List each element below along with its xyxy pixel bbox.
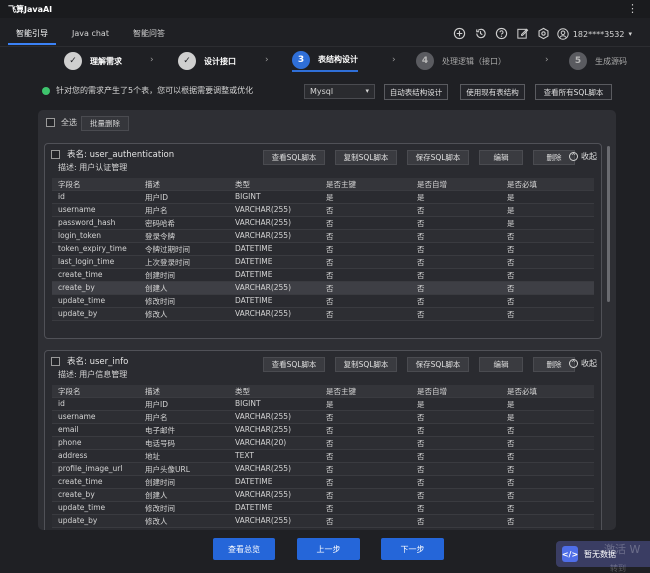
select-all-checkbox[interactable]: 全选 — [46, 117, 77, 128]
chevron-right-icon: › — [392, 55, 396, 65]
help-icon[interactable] — [495, 27, 508, 40]
tab-smart-qa[interactable]: 智能问答 — [125, 23, 173, 45]
step-number: 5 — [569, 52, 587, 70]
toolbar-icons — [453, 27, 550, 40]
table-row[interactable]: address 地址 TEXT 否否否 — [52, 450, 594, 463]
table-row[interactable]: token_expiry_time 令牌过期时间 DATETIME 否否否 — [52, 243, 594, 256]
check-icon: ✓ — [64, 52, 82, 70]
table-header-row: 字段名 描述 类型 是否主键 是否自增 是否必填 — [52, 178, 594, 191]
settings-icon[interactable] — [537, 27, 550, 40]
activation-watermark: 激活 W — [604, 543, 641, 556]
top-nav: 智能引导 Java chat 智能问答 — [0, 22, 650, 46]
edit-icon[interactable] — [516, 27, 529, 40]
table-row[interactable]: username 用户名 VARCHAR(255) 否否是 — [52, 411, 594, 424]
chevron-right-icon: › — [545, 55, 549, 65]
edit-button[interactable]: 编辑 — [479, 150, 523, 165]
table-description: 描述: 用户信息管理 — [58, 370, 128, 379]
view-sql-button[interactable]: 查看SQL脚本 — [263, 150, 325, 165]
table-row[interactable]: create_by 创建人 VARCHAR(255) 否否否 — [52, 489, 594, 502]
edit-button[interactable]: 编辑 — [479, 357, 523, 372]
step-number: 4 — [416, 52, 434, 70]
table-row[interactable]: last_login_time 上次登录时间 DATETIME 否否否 — [52, 256, 594, 269]
table-row[interactable]: update_by 修改人 VARCHAR(255) 否否否 — [52, 515, 594, 528]
table-row[interactable]: username 用户名 VARCHAR(255) 否否是 — [52, 204, 594, 217]
save-sql-button[interactable]: 保存SQL脚本 — [407, 150, 469, 165]
chevron-up-icon: ^ — [569, 152, 578, 161]
status-dot-icon — [42, 86, 50, 95]
fields-table: 字段名 描述 类型 是否主键 是否自增 是否必填 id 用户ID BIGINT 是是是 user… — [52, 178, 594, 321]
auto-design-button[interactable]: 自动表结构设计 — [384, 84, 448, 100]
activation-watermark-sub: 转到 — [610, 564, 626, 573]
table-row[interactable]: id 用户ID BIGINT 是是是 — [52, 191, 594, 204]
table-row[interactable]: update_time 修改时间 DATETIME 否否否 — [52, 295, 594, 308]
step-understand-requirements[interactable]: ✓ 理解需求 — [64, 50, 122, 72]
info-text: 针对您的需求产生了5个表，您可以根据需要调整或优化 — [56, 86, 254, 95]
app-title: 飞算JavaAI — [8, 4, 53, 14]
step-table-design[interactable]: 3 表结构设计 — [292, 50, 358, 72]
table-row[interactable]: email 电子邮件 VARCHAR(255) 否否否 — [52, 424, 594, 437]
database-select[interactable]: Mysql ▾ — [304, 84, 375, 99]
table-name: 表名: user_authentication — [67, 150, 175, 160]
checkbox-icon[interactable] — [46, 118, 55, 127]
user-menu[interactable]: 182****3532 ▾ — [557, 28, 632, 40]
table-row[interactable]: update_time 修改时间 DATETIME 否否否 — [52, 502, 594, 515]
user-icon — [557, 28, 569, 40]
table-checkbox[interactable] — [51, 149, 60, 159]
fields-table: 字段名 描述 类型 是否主键 是否自增 是否必填 id 用户ID BIGINT 是是是 user… — [52, 385, 594, 528]
batch-delete-button[interactable]: 批量删除 — [81, 116, 129, 131]
tab-java-chat[interactable]: Java chat — [64, 23, 117, 45]
chevron-down-icon: ▾ — [628, 30, 632, 38]
step-processing-logic[interactable]: 4 处理逻辑（接口） — [416, 50, 506, 72]
table-row[interactable]: id 用户ID BIGINT 是是是 — [52, 398, 594, 411]
steps-bar: ✓ 理解需求 › ✓ 设计接口 › 3 表结构设计 › 4 处理逻辑（接口） ›… — [0, 46, 650, 74]
table-row[interactable]: profile_image_url 用户头像URL VARCHAR(255) 否否否 — [52, 463, 594, 476]
check-icon: ✓ — [178, 52, 196, 70]
table-header-row: 字段名 描述 类型 是否主键 是否自增 是否必填 — [52, 385, 594, 398]
table-row[interactable]: phone 电话号码 VARCHAR(20) 否否否 — [52, 437, 594, 450]
table-checkbox[interactable] — [51, 356, 60, 366]
view-all-sql-button[interactable]: 查看所有SQL脚本 — [535, 84, 612, 100]
table-row[interactable]: password_hash 密码哈希 VARCHAR(255) 否否是 — [52, 217, 594, 230]
user-phone: 182****3532 — [572, 29, 625, 39]
step-number: 3 — [292, 50, 310, 69]
table-card-user-info: 表名: user_info 描述: 用户信息管理 查看SQL脚本 复制SQL脚本… — [44, 350, 602, 530]
table-row[interactable]: login_token 登录令牌 VARCHAR(255) 否否否 — [52, 230, 594, 243]
table-row[interactable]: create_by 创建人 VARCHAR(255) 否否否 — [52, 282, 594, 295]
table-row[interactable]: create_time 创建时间 DATETIME 否否否 — [52, 476, 594, 489]
prev-step-button[interactable]: 上一步 — [297, 538, 360, 560]
table-row[interactable]: update_by 修改人 VARCHAR(255) 否否否 — [52, 308, 594, 321]
table-description: 描述: 用户认证管理 — [58, 163, 128, 172]
plus-circle-icon[interactable] — [453, 27, 466, 40]
view-summary-button[interactable]: 查看总览 — [213, 538, 275, 560]
save-sql-button[interactable]: 保存SQL脚本 — [407, 357, 469, 372]
next-step-button[interactable]: 下一步 — [381, 538, 444, 560]
code-icon: </> — [562, 546, 578, 562]
copy-sql-button[interactable]: 复制SQL脚本 — [335, 150, 397, 165]
panel-scrollbar[interactable] — [607, 146, 610, 302]
collapse-toggle[interactable]: ^ 收起 — [569, 151, 597, 162]
table-design-panel: 全选 批量删除 表名: user_authentication 描述: 用户认证… — [38, 110, 616, 530]
collapse-toggle[interactable]: ^ 收起 — [569, 358, 597, 369]
chevron-right-icon: › — [265, 55, 269, 65]
more-vertical-icon[interactable]: ⋮ — [627, 2, 638, 15]
chevron-right-icon: › — [150, 55, 154, 65]
table-name: 表名: user_info — [67, 357, 129, 367]
info-message: 针对您的需求产生了5个表，您可以根据需要调整或优化 — [42, 85, 253, 96]
use-existing-button[interactable]: 使用现有表结构 — [460, 84, 525, 100]
tab-smart-guide[interactable]: 智能引导 — [8, 23, 56, 45]
chevron-down-icon: ▾ — [365, 87, 369, 95]
view-sql-button[interactable]: 查看SQL脚本 — [263, 357, 325, 372]
table-card-user-authentication: 表名: user_authentication 描述: 用户认证管理 查看SQL… — [44, 143, 602, 339]
chevron-up-icon: ^ — [569, 359, 578, 368]
copy-sql-button[interactable]: 复制SQL脚本 — [335, 357, 397, 372]
table-row[interactable]: create_time 创建时间 DATETIME 否否否 — [52, 269, 594, 282]
step-design-interface[interactable]: ✓ 设计接口 — [178, 50, 236, 72]
history-icon[interactable] — [474, 27, 487, 40]
title-bar: 飞算JavaAI ⋮ — [0, 0, 650, 18]
step-generate-source[interactable]: 5 生成源码 — [569, 50, 627, 72]
